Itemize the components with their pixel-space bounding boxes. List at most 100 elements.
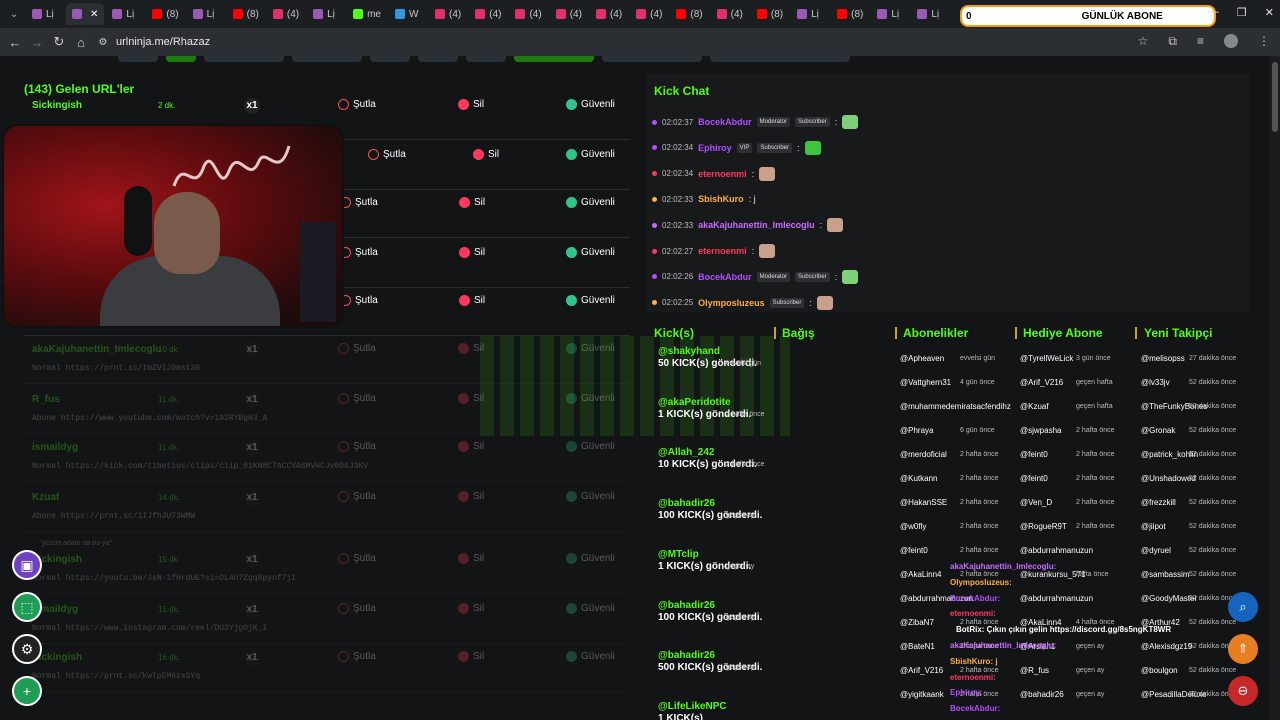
twitch-button[interactable]: ▣ [12,550,42,580]
kick-out-button[interactable]: Şutla [338,393,376,404]
gifts-name[interactable]: @Ven_D [1020,498,1052,507]
kick-out-button[interactable]: Şutla [338,603,376,614]
follows-name[interactable]: @sambassim [1141,570,1190,579]
gifts-name[interactable]: @Kzuaf [1020,402,1049,411]
chat-username[interactable]: akaKajuhanettin_Imlecoglu [698,220,815,230]
kick-sender[interactable]: @bahadir26 [658,650,768,661]
safe-button[interactable]: Güvenli [566,553,615,564]
gifts-name[interactable]: @R_fus [1020,666,1049,675]
url-sender[interactable]: ismaildyg [32,442,78,453]
bookmark-star-icon[interactable]: ☆ [1138,34,1149,49]
tab-search-chevron-icon[interactable]: ⌄ [4,4,24,24]
delete-button[interactable]: Sil [458,441,484,452]
subs-name[interactable]: @merdoficial [900,450,947,459]
browser-tab[interactable]: (8) [831,3,869,25]
settings-button[interactable]: ⚙ [12,634,42,664]
subs-name[interactable]: @w0fly [900,522,926,531]
browser-tab[interactable]: Lị [871,3,909,25]
subs-name[interactable]: @ZibaN7 [900,618,934,627]
safe-button[interactable]: Güvenli [566,651,615,662]
url-link[interactable]: Normal https://youtu.be/JsN-1fHrdUE?si=O… [32,574,296,583]
top-button[interactable] [466,56,506,62]
gifts-name[interactable]: @feint0 [1020,474,1048,483]
browser-tab[interactable]: Lị [26,3,64,25]
forward-arrow-icon[interactable]: → [26,35,48,50]
safe-button[interactable]: Güvenli [566,603,615,614]
kick-out-button[interactable]: Şutla [338,491,376,502]
gifts-name[interactable]: @bahadir26 [1020,690,1064,699]
follows-name[interactable]: @jiipot [1141,522,1166,531]
top-button[interactable] [710,56,850,62]
top-button[interactable] [204,56,284,62]
browser-tab[interactable]: (4) [590,3,628,25]
subs-name[interactable]: @Arif_V216 [900,666,943,675]
delete-button[interactable]: Sil [459,197,485,208]
delete-button[interactable]: Sil [458,651,484,662]
follows-name[interactable]: @frezzkill [1141,498,1176,507]
url-sender[interactable]: Sickingish [32,100,82,111]
kick-out-button[interactable]: Şutla [338,441,376,452]
scroll-top-button[interactable]: ⇑ [1228,634,1258,664]
browser-tab[interactable]: (4) [711,3,749,25]
top-button[interactable] [292,56,362,62]
browser-tab[interactable]: Lị [791,3,829,25]
subs-name[interactable]: @Apheaven [900,354,944,363]
safe-button[interactable]: Güvenli [566,149,615,160]
browser-tab[interactable]: (4) [509,3,547,25]
remove-user-button[interactable]: ⊖ [1228,676,1258,706]
browser-tab[interactable]: Lị [911,3,949,25]
kick-out-button[interactable]: Şutla [338,99,376,110]
url-link[interactable]: Normal https://prnt.sc/ImZVIJ0mst3G [32,364,200,373]
home-icon[interactable]: ⌂ [70,35,92,50]
delete-button[interactable]: Sil [459,247,485,258]
gifts-name[interactable]: @abdurrahmanuzun [1020,546,1093,555]
browser-tab[interactable]: (4) [429,3,467,25]
kick-sender[interactable]: @bahadir26 [658,600,768,611]
url-sender[interactable]: akaKajuhanettin_Imlecoglu [32,344,161,355]
kick-sender[interactable]: @shakyhand [658,346,768,357]
kick-out-button[interactable]: Şutla [340,197,378,208]
add-user-button[interactable]: + [12,676,42,706]
follows-name[interactable]: @boulgon [1141,666,1178,675]
follows-name[interactable]: @dyruel [1141,546,1171,555]
url-link[interactable]: Normal https://prnt.sc/kwTpEM6zsSYq [32,672,200,681]
safe-button[interactable]: Güvenli [566,197,615,208]
gifts-name[interactable]: @sjwpasha [1020,426,1061,435]
kick-sender[interactable]: @Allah_242 [658,447,768,458]
browser-tab[interactable]: (4) [550,3,588,25]
chat-username[interactable]: Olymposluzeus [698,298,765,308]
url-field[interactable]: urlninja.me/Rhazaz [116,36,210,48]
kick-out-button[interactable]: Şutla [338,651,376,662]
delete-button[interactable]: Sil [458,603,484,614]
delete-button[interactable]: Sil [459,295,485,306]
browser-tab[interactable]: Lị [106,3,144,25]
reading-list-icon[interactable]: ≡ [1197,34,1204,49]
follows-name[interactable]: @Gronak [1141,426,1175,435]
safe-button[interactable]: Güvenli [566,295,615,306]
browser-tab[interactable]: (4) [630,3,668,25]
chat-username[interactable]: Ephiroy [698,143,732,153]
extensions-icon[interactable]: ⧉ [1168,34,1177,49]
subs-name[interactable]: @Vattghern31 [900,378,951,387]
url-sender[interactable]: Kzuaf [32,492,59,503]
chat-username[interactable]: SbishKuro [698,194,744,204]
delete-button[interactable]: Sil [458,491,484,502]
kick-sender[interactable]: @MTclip [658,549,768,560]
page-scrollbar[interactable] [1270,56,1280,720]
chat-username[interactable]: eternoenmi [698,246,747,256]
minimize-button[interactable]: — [1208,6,1219,19]
chat-username[interactable]: BocekAbdur [698,272,752,282]
subs-name[interactable]: @HakanSSE [900,498,947,507]
subs-name[interactable]: @muhammedemiratsacfendihz [900,402,1011,411]
chat-username[interactable]: eternoenmi [698,169,747,179]
gifts-name[interactable]: @feint0 [1020,450,1048,459]
scrollbar-thumb[interactable] [1272,62,1278,132]
url-link[interactable]: Normal https://kick.com/t1betius/clips/c… [32,462,368,471]
browser-tab[interactable]: (8) [227,3,265,25]
kick-out-button[interactable]: Şutla [340,295,378,306]
browser-tab[interactable]: me [347,3,387,25]
kick-sender[interactable]: @akaPeridotite [658,397,768,408]
close-tab-icon[interactable]: ✕ [90,9,98,20]
site-settings-icon[interactable]: ⚙ [92,37,114,48]
url-sender[interactable]: R_fus [32,394,60,405]
